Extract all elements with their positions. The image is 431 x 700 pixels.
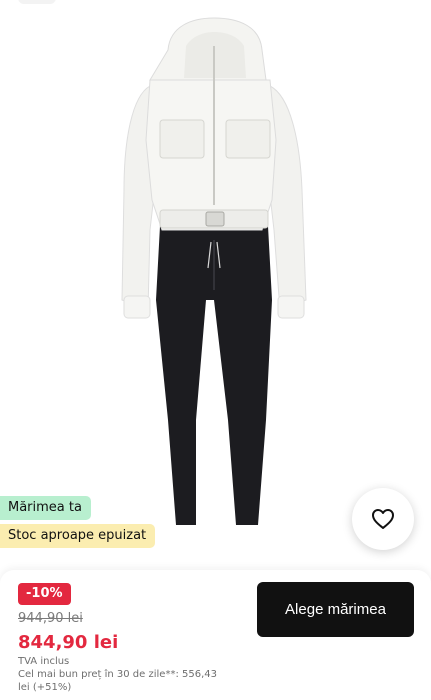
discount-badge: -10% [18, 583, 71, 605]
lowest-price-note: Cel mai bun preț în 30 de zile**: 556,43… [18, 669, 217, 693]
wishlist-button[interactable] [352, 488, 414, 550]
purchase-bar: -10% 944,90 lei 844,90 lei TVA inclus Ce… [0, 570, 431, 700]
vat-note: TVA inclus [18, 656, 70, 667]
product-page: Mărimea ta Stoc aproape epuizat -10% 944… [0, 0, 431, 700]
your-size-badge: Mărimea ta [0, 496, 91, 520]
low-stock-badge: Stoc aproape epuizat [0, 524, 156, 548]
choose-size-button[interactable]: Alege mărimea [257, 582, 414, 637]
product-image[interactable]: Mărimea ta Stoc aproape epuizat [0, 0, 431, 570]
sale-price: 844,90 lei [18, 632, 119, 653]
original-price: 944,90 lei [18, 611, 83, 626]
jacket-and-pants-illustration [121, 17, 307, 525]
heart-outline-icon [372, 509, 394, 529]
